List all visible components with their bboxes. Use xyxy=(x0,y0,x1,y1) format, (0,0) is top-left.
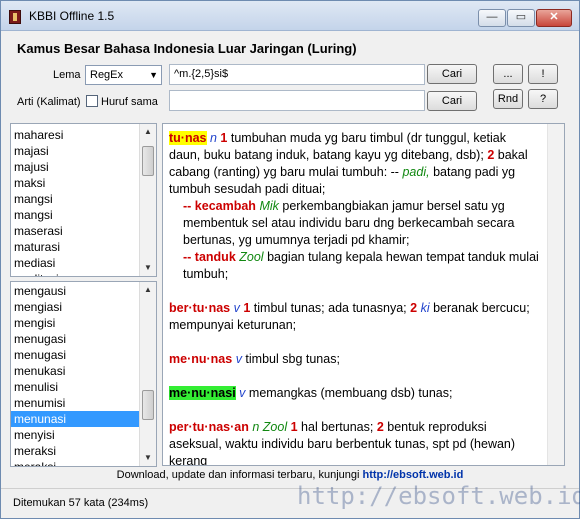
list-item[interactable]: menukasi xyxy=(11,363,156,379)
close-button[interactable]: ✕ xyxy=(536,9,572,27)
sense-text: hal bertunas; xyxy=(301,420,374,434)
headword: me·nu·nasi xyxy=(169,386,236,400)
app-window: KBBI Offline 1.5 — ▭ ✕ Kamus Besar Bahas… xyxy=(0,0,580,519)
word-list-bottom[interactable]: mengausi mengiasi mengisi menugasi menugasi m… xyxy=(10,281,157,467)
book-icon xyxy=(9,10,21,24)
footer-text: Download, update dan informasi terbaru, … xyxy=(116,469,360,481)
scroll-thumb[interactable] xyxy=(142,390,154,420)
status-text: Ditemukan 57 kata (234ms) xyxy=(13,497,149,509)
subentry-kecambah: -- kecambah Mik perkembangbiakan jamur b… xyxy=(169,198,539,249)
list-item[interactable]: meraksi xyxy=(11,443,156,459)
huruf-sama-checkbox[interactable] xyxy=(86,95,98,107)
field-label: Zool xyxy=(262,420,288,434)
more-options-button[interactable]: ... xyxy=(493,64,523,84)
list-item[interactable]: menugasi xyxy=(11,331,156,347)
headword: ber·tu·nas xyxy=(169,301,231,315)
sense-text: timbul sbg tunas; xyxy=(245,352,340,366)
window-title: KBBI Offline 1.5 xyxy=(29,9,115,23)
subentry-headword: -- tanduk xyxy=(183,250,236,264)
cari-lema-button[interactable]: Cari xyxy=(427,64,477,84)
list-item[interactable]: mengiasi xyxy=(11,299,156,315)
list-item[interactable]: menumisi xyxy=(11,395,156,411)
word-list-bottom-scrollbar[interactable]: ▲ ▼ xyxy=(139,282,156,466)
huruf-sama-label: Huruf sama xyxy=(101,96,158,108)
list-item[interactable]: menyisi xyxy=(11,427,156,443)
sense-number: 1 xyxy=(220,131,228,145)
word-list-top[interactable]: maharesi majasi majusi maksi mangsi mangsi mas… xyxy=(10,123,157,277)
search-mode-select[interactable]: RegEx ▼ xyxy=(85,65,162,85)
part-of-speech: v xyxy=(239,386,246,400)
list-item[interactable]: maharesi xyxy=(11,127,156,143)
arti-input[interactable] xyxy=(169,90,425,111)
list-item[interactable]: maturasi xyxy=(11,239,156,255)
scroll-up-icon[interactable]: ▲ xyxy=(140,282,156,298)
website-link[interactable]: http://ebsoft.web.id xyxy=(363,469,464,481)
list-item[interactable]: mangsi xyxy=(11,191,156,207)
scroll-up-icon[interactable]: ▲ xyxy=(140,124,156,140)
headword: me·nu·nas xyxy=(169,352,233,366)
field-label: Mik xyxy=(259,199,279,213)
help-button[interactable]: ? xyxy=(528,89,558,109)
footer: Download, update dan informasi terbaru, … xyxy=(1,469,579,481)
sense-number: 2 xyxy=(410,301,418,315)
watermark: http://ebsoft.web.id xyxy=(297,482,580,510)
usage-label: ki xyxy=(420,301,430,315)
list-item[interactable]: mengisi xyxy=(11,315,156,331)
sense-number: 2 xyxy=(376,420,384,434)
app-heading: Kamus Besar Bahasa Indonesia Luar Jaring… xyxy=(17,41,357,56)
headword: per·tu·nas·an xyxy=(169,420,249,434)
definition-panel[interactable]: tu·nas n 1 tumbuhan muda yg baru timbul … xyxy=(162,123,565,466)
subentry-headword: -- kecambah xyxy=(183,199,256,213)
list-item[interactable]: meraksi xyxy=(11,459,156,466)
headword: tu·nas xyxy=(169,131,207,145)
part-of-speech: n xyxy=(209,131,217,145)
part-of-speech: n xyxy=(252,420,260,434)
list-item[interactable]: mengausi xyxy=(11,283,156,299)
random-button[interactable]: Rnd xyxy=(493,89,523,109)
list-item[interactable]: menulisi xyxy=(11,379,156,395)
scroll-down-icon[interactable]: ▼ xyxy=(140,450,156,466)
part-of-speech: v xyxy=(233,301,240,315)
word-list-top-scrollbar[interactable]: ▲ ▼ xyxy=(139,124,156,276)
subentry-text: bagian tulang kepala hewan tempat tanduk… xyxy=(183,250,539,281)
list-item[interactable]: mediasi xyxy=(11,255,156,271)
entry-bertunas: ber·tu·nas v 1 timbul tunas; ada tunasny… xyxy=(169,300,539,334)
entry-tunas: tu·nas n 1 tumbuhan muda yg baru timbul … xyxy=(169,130,539,283)
list-item[interactable]: majusi xyxy=(11,159,156,175)
sense-text: memangkas (membuang dsb) tunas; xyxy=(248,386,453,400)
part-of-speech: v xyxy=(235,352,242,366)
minimize-button[interactable]: — xyxy=(478,9,506,27)
title-bar[interactable]: KBBI Offline 1.5 — ▭ ✕ xyxy=(1,1,579,31)
chevron-down-icon: ▼ xyxy=(149,70,158,80)
subentry-tanduk: -- tanduk Zool bagian tulang kepala hewa… xyxy=(169,249,539,283)
lema-label: Lema xyxy=(53,69,81,81)
maximize-button[interactable]: ▭ xyxy=(507,9,535,27)
sense-text: timbul tunas; ada tunasnya; xyxy=(253,301,407,315)
list-item[interactable]: menunasi xyxy=(11,411,156,427)
list-item[interactable]: majasi xyxy=(11,143,156,159)
entry-menunasi: me·nu·nasi v memangkas (membuang dsb) tu… xyxy=(169,385,539,402)
list-item[interactable]: maserasi xyxy=(11,223,156,239)
definition-scrollbar[interactable] xyxy=(547,124,564,465)
list-item[interactable]: maksi xyxy=(11,175,156,191)
cari-arti-button[interactable]: Cari xyxy=(427,91,477,111)
entry-pertunasan: per·tu·nas·an n Zool 1 hal bertunas; 2 b… xyxy=(169,419,539,465)
sense-number: 2 xyxy=(487,148,495,162)
search-mode-value: RegEx xyxy=(90,69,124,81)
entry-menunas: me·nu·nas v timbul sbg tunas; xyxy=(169,351,539,368)
list-item[interactable]: mangsi xyxy=(11,207,156,223)
scroll-thumb[interactable] xyxy=(142,146,154,176)
scroll-down-icon[interactable]: ▼ xyxy=(140,260,156,276)
list-item[interactable]: menugasi xyxy=(11,347,156,363)
sense-number: 1 xyxy=(243,301,251,315)
sense-number: 1 xyxy=(290,420,298,434)
lema-input[interactable]: ^m.{2,5}si$ xyxy=(169,64,425,85)
arti-label: Arti (Kalimat) xyxy=(17,96,81,108)
example-text: padi, xyxy=(402,165,430,179)
field-label: Zool xyxy=(239,250,264,264)
exclaim-button[interactable]: ! xyxy=(528,64,558,84)
list-item[interactable]: meditasi xyxy=(11,271,156,276)
